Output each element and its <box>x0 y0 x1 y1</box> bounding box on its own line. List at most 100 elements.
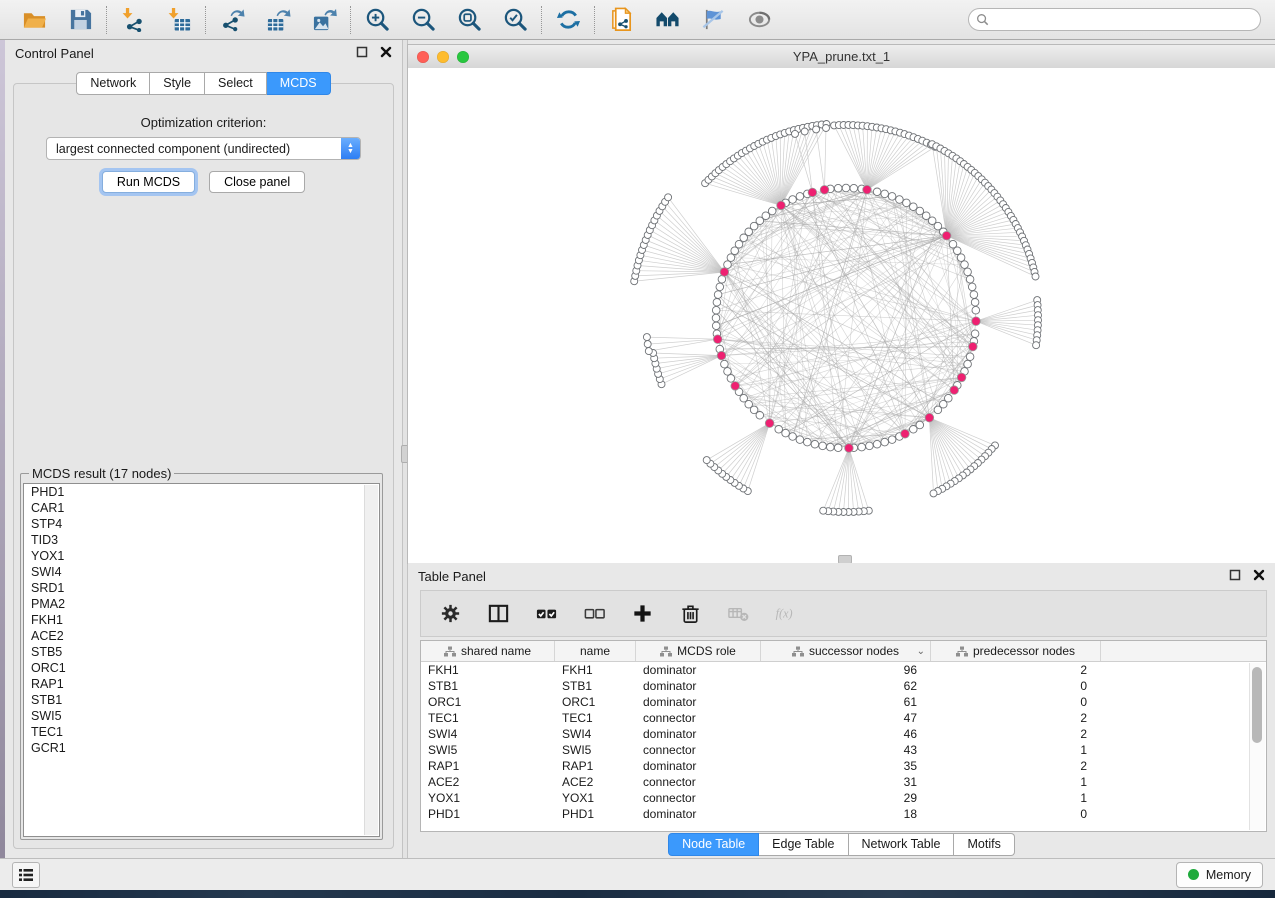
zoom-in-icon[interactable] <box>364 7 390 33</box>
tab-select[interactable]: Select <box>205 72 267 95</box>
table-tab-network-table[interactable]: Network Table <box>849 833 955 856</box>
table-tab-edge-table[interactable]: Edge Table <box>759 833 848 856</box>
table-tab-motifs[interactable]: Motifs <box>954 833 1014 856</box>
table-tab-node-table[interactable]: Node Table <box>668 833 759 856</box>
eye-icon[interactable] <box>746 7 772 33</box>
graph-hub-node <box>765 419 774 428</box>
export-table-icon[interactable] <box>265 7 291 33</box>
network-window-titlebar[interactable]: YPA_prune.txt_1 <box>408 45 1275 69</box>
float-panel-icon[interactable] <box>356 46 368 61</box>
mcds-result-item[interactable]: SRD1 <box>24 580 379 596</box>
close-panel-icon[interactable] <box>380 46 392 61</box>
mcds-result-item[interactable]: STB5 <box>24 644 379 660</box>
float-panel-icon[interactable] <box>1229 569 1241 584</box>
table-cell: RAP1 <box>555 758 636 774</box>
graph-node <box>964 268 972 276</box>
table-cell: 2 <box>931 710 1101 726</box>
mcds-result-item[interactable]: GCR1 <box>24 740 379 756</box>
mcds-result-item[interactable]: CAR1 <box>24 500 379 516</box>
graph-node <box>966 353 974 361</box>
mcds-result-item[interactable]: PHD1 <box>24 484 379 500</box>
search-input[interactable] <box>993 12 1253 28</box>
flag-icon[interactable] <box>700 7 726 33</box>
table-cell: 0 <box>931 694 1101 710</box>
search-box[interactable] <box>968 8 1261 31</box>
column-header-successor-nodes[interactable]: successor nodes⌄ <box>761 641 931 661</box>
table-cell: YOX1 <box>555 790 636 806</box>
open-file-icon[interactable] <box>21 7 47 33</box>
table-row[interactable]: PHD1PHD1dominator180 <box>421 806 1266 822</box>
mcds-result-item[interactable]: TEC1 <box>24 724 379 740</box>
graph-node <box>873 440 881 448</box>
binoculars-icon[interactable] <box>654 7 680 33</box>
column-header-predecessor-nodes[interactable]: predecessor nodes <box>931 641 1101 661</box>
mcds-result-item[interactable]: PMA2 <box>24 596 379 612</box>
mcds-result-item[interactable]: STP4 <box>24 516 379 532</box>
optimization-criterion-select[interactable]: largest connected component (undirected)… <box>46 137 361 160</box>
mcds-result-item[interactable]: RAP1 <box>24 676 379 692</box>
table-cell: RAP1 <box>421 758 555 774</box>
mcds-result-item[interactable]: TID3 <box>24 532 379 548</box>
show-columns-icon[interactable] <box>486 602 510 626</box>
table-scrollbar-thumb[interactable] <box>1252 667 1262 743</box>
run-mcds-button[interactable]: Run MCDS <box>102 171 195 193</box>
import-network-icon[interactable] <box>120 7 146 33</box>
add-column-icon[interactable] <box>630 602 654 626</box>
table-tabs: Node TableEdge TableNetwork TableMotifs <box>408 833 1275 856</box>
graph-node <box>735 240 743 248</box>
close-panel-button[interactable]: Close panel <box>209 171 305 193</box>
table-row[interactable]: ACE2ACE2connector311 <box>421 774 1266 790</box>
mcds-result-item[interactable]: FKH1 <box>24 612 379 628</box>
delete-column-icon[interactable] <box>678 602 702 626</box>
deselect-all-icon[interactable] <box>582 602 606 626</box>
zoom-selected-icon[interactable] <box>502 7 528 33</box>
task-history-button[interactable] <box>12 862 40 888</box>
import-table-icon[interactable] <box>166 7 192 33</box>
table-cell-filler <box>1101 694 1266 710</box>
mcds-result-item[interactable]: YOX1 <box>24 548 379 564</box>
node-table[interactable]: shared namenameMCDS rolesuccessor nodes⌄… <box>420 640 1267 832</box>
zoom-fit-icon[interactable] <box>456 7 482 33</box>
mcds-list-scrollbar[interactable] <box>364 485 378 835</box>
column-header-shared-name[interactable]: shared name <box>421 641 555 661</box>
table-row[interactable]: FKH1FKH1dominator962 <box>421 662 1266 678</box>
table-body: FKH1FKH1dominator962STB1STB1dominator620… <box>421 662 1266 822</box>
mcds-result-item[interactable]: SWI5 <box>24 708 379 724</box>
tab-network[interactable]: Network <box>76 72 150 95</box>
mcds-result-list[interactable]: PHD1CAR1STP4TID3YOX1SWI4SRD1PMA2FKH1ACE2… <box>23 483 380 837</box>
refresh-layout-icon[interactable] <box>555 7 581 33</box>
mcds-result-item[interactable]: ORC1 <box>24 660 379 676</box>
save-session-icon[interactable] <box>67 7 93 33</box>
table-row[interactable]: YOX1YOX1connector291 <box>421 790 1266 806</box>
table-row[interactable]: ORC1ORC1dominator610 <box>421 694 1266 710</box>
table-row[interactable]: STB1STB1dominator620 <box>421 678 1266 694</box>
column-header-name[interactable]: name <box>555 641 636 661</box>
network-graph[interactable] <box>408 68 1275 563</box>
table-row[interactable]: RAP1RAP1dominator352 <box>421 758 1266 774</box>
select-all-icon[interactable] <box>534 602 558 626</box>
memory-button[interactable]: Memory <box>1176 862 1263 888</box>
table-row[interactable]: SWI5SWI5connector431 <box>421 742 1266 758</box>
document-network-icon[interactable] <box>608 7 634 33</box>
export-image-icon[interactable] <box>311 7 337 33</box>
toolbar-group <box>107 7 205 33</box>
zoom-out-icon[interactable] <box>410 7 436 33</box>
graph-node <box>916 207 924 215</box>
sort-descending-icon[interactable]: ⌄ <box>917 646 925 657</box>
graph-node <box>866 442 874 450</box>
settings-gear-icon[interactable] <box>438 602 462 626</box>
column-header-MCDS-role[interactable]: MCDS role <box>636 641 761 661</box>
graph-node <box>888 193 896 201</box>
graph-node <box>971 299 979 307</box>
table-scrollbar[interactable] <box>1249 663 1265 830</box>
network-canvas[interactable] <box>408 68 1275 563</box>
tab-mcds[interactable]: MCDS <box>267 72 331 95</box>
table-row[interactable]: TEC1TEC1connector472 <box>421 710 1266 726</box>
tab-style[interactable]: Style <box>150 72 205 95</box>
export-network-icon[interactable] <box>219 7 245 33</box>
mcds-result-item[interactable]: STB1 <box>24 692 379 708</box>
table-row[interactable]: SWI4SWI4dominator462 <box>421 726 1266 742</box>
mcds-result-item[interactable]: ACE2 <box>24 628 379 644</box>
mcds-result-item[interactable]: SWI4 <box>24 564 379 580</box>
close-panel-icon[interactable] <box>1253 569 1265 584</box>
